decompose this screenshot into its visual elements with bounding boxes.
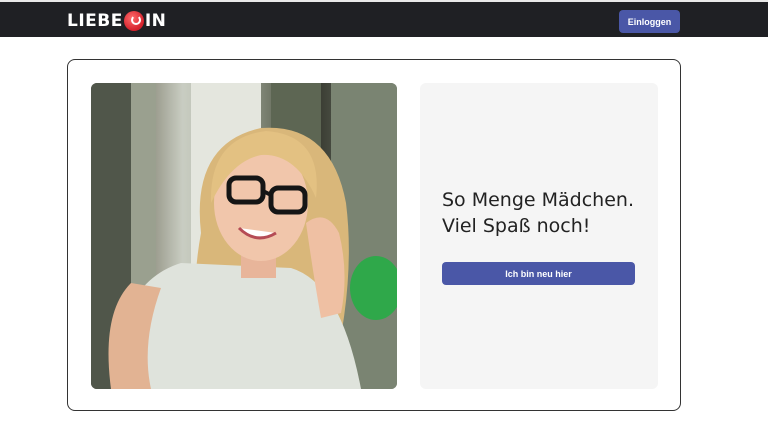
site-logo[interactable]: LIEBE IN [67,11,166,31]
signup-panel: So Menge Mädchen. Viel Spaß noch! Ich bi… [420,83,658,389]
top-navigation-bar: LIEBE IN Einloggen [0,0,768,37]
power-heart-icon [123,11,144,31]
headline-line-1: So Menge Mädchen. [442,189,634,211]
hero-photo [91,83,397,389]
hero-headline: So Menge Mädchen. Viel Spaß noch! [442,187,652,239]
woman-photo-illustration [91,83,397,389]
register-button[interactable]: Ich bin neu hier [442,262,635,285]
logo-text-left: LIEBE [67,11,123,31]
logo-text-right: IN [144,11,167,31]
hero-card: So Menge Mädchen. Viel Spaß noch! Ich bi… [67,59,681,411]
headline-line-2: Viel Spaß noch! [442,215,591,237]
login-button[interactable]: Einloggen [619,10,680,33]
